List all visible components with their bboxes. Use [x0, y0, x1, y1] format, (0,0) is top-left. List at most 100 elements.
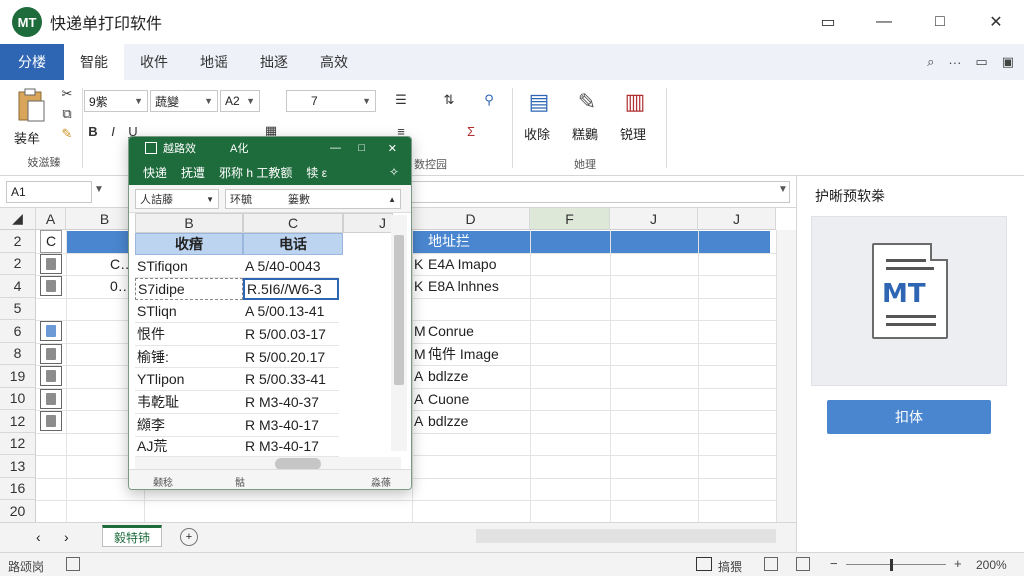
recipient-cell[interactable]: 韦乾耻 [135, 391, 243, 414]
row-header[interactable]: 6 [0, 320, 36, 343]
dialog-minimize-button[interactable]: — [330, 142, 341, 154]
edit-label[interactable]: 糕鷃 [572, 124, 598, 143]
document-icon[interactable] [40, 366, 62, 386]
close-button[interactable]: ✕ [968, 0, 1024, 44]
page-layout-icon[interactable] [764, 557, 778, 571]
column-header[interactable]: F [530, 208, 610, 230]
row-header[interactable]: 4 [0, 275, 36, 298]
column-header[interactable]: J [698, 208, 776, 230]
dialog-column-header[interactable]: J [343, 213, 393, 233]
address-cell[interactable]: bdlzze [428, 365, 468, 388]
zoom-out-button[interactable]: − [830, 556, 838, 571]
add-sheet-button[interactable]: + [180, 528, 198, 546]
maximize-button[interactable]: □ [912, 0, 968, 44]
phone-cell[interactable]: R 5/00.03-17 [243, 323, 339, 346]
horizontal-scrollbar[interactable] [476, 529, 776, 543]
dialog-tab[interactable]: 抚遭 [181, 164, 205, 181]
minimize-button[interactable]: — [856, 0, 912, 44]
recipient-header[interactable]: 收瘖 [135, 233, 243, 255]
row-header[interactable]: 8 [0, 342, 36, 365]
document-icon[interactable] [40, 411, 62, 431]
table-cell[interactable]: K [414, 275, 423, 298]
dialog-tab[interactable]: 快递 [143, 164, 167, 181]
address-cell[interactable]: bdlzze [428, 410, 468, 433]
filter-icon[interactable]: ⚲ [474, 90, 504, 110]
cell-a2[interactable]: C [40, 230, 62, 253]
address-cell[interactable]: Cuone [428, 388, 469, 411]
sheet-tab[interactable]: 毅特铈 [102, 525, 162, 547]
name-box[interactable]: A1 [6, 181, 92, 203]
table-cell[interactable]: A [414, 388, 423, 411]
settings-icon[interactable]: ▣ [1002, 54, 1014, 70]
bold-button[interactable]: B [86, 122, 100, 140]
dialog-scroll-thumb[interactable] [394, 235, 404, 385]
row-header[interactable]: 19 [0, 365, 36, 388]
document-icon[interactable] [40, 321, 62, 341]
edit-icon[interactable]: ✎ [572, 86, 602, 118]
phone-cell-selected[interactable]: R.5I6//W6-3 [243, 277, 339, 301]
sum-icon[interactable]: Σ [456, 122, 486, 140]
table-cell[interactable]: M [414, 320, 426, 343]
print-button[interactable]: 扣体 [827, 400, 991, 434]
sort-icon[interactable]: ⇅ [434, 90, 464, 110]
dialog-column-header[interactable]: C [243, 213, 343, 233]
tab-file[interactable]: 分楼 [0, 44, 64, 80]
recipient-cell[interactable]: S7idipe [135, 277, 243, 301]
table-cell[interactable]: K [414, 253, 423, 276]
phone-cell[interactable]: R 5/00.20.17 [243, 346, 339, 369]
dialog-column-header[interactable]: B [135, 213, 243, 233]
more-icon[interactable]: ··· [948, 55, 961, 70]
paste-icon[interactable] [14, 86, 48, 126]
recipient-cell[interactable]: 恨件 [135, 323, 243, 346]
address-cell[interactable]: E4A Imapo [428, 253, 497, 276]
row-header[interactable]: 5 [0, 297, 36, 320]
phone-header[interactable]: 电话 [243, 233, 343, 255]
address-cell[interactable]: Conrue [428, 320, 474, 343]
dialog-search-input[interactable]: 环毓 篓數 ▲ [225, 189, 401, 209]
row-header[interactable]: 12 [0, 410, 36, 433]
table-cell[interactable]: A [414, 410, 423, 433]
column-header[interactable]: J [610, 208, 698, 230]
search-icon[interactable]: ⌕ [927, 54, 934, 70]
macro-icon[interactable] [66, 557, 80, 571]
receive-label[interactable]: 收除 [524, 124, 550, 143]
dialog-maximize-button[interactable]: □ [358, 142, 365, 154]
tab-efficient[interactable]: 高效 [304, 44, 364, 80]
zoom-in-button[interactable]: + [954, 556, 962, 571]
column-header[interactable]: A [36, 208, 66, 230]
phone-cell[interactable]: A 5/00.13-41 [243, 300, 339, 324]
table-cell[interactable]: M [414, 343, 426, 366]
recipient-cell[interactable]: STliqn [135, 300, 243, 324]
phone-cell[interactable]: A 5/40-0043 [243, 255, 339, 278]
copy-icon[interactable]: ⧉ [58, 106, 76, 122]
dialog-tab[interactable]: 邪称 h 工教额 [219, 164, 292, 181]
zoom-slider[interactable] [846, 564, 946, 565]
font-style-select[interactable]: 蔬變 ▼ [150, 90, 218, 112]
font-size-select[interactable]: A2 ▼ [220, 90, 260, 112]
vertical-scrollbar[interactable] [776, 230, 796, 522]
row-header[interactable]: 2 [0, 230, 36, 253]
select-all-corner[interactable]: ◢ [0, 208, 36, 230]
chevron-down-icon[interactable]: ▼ [94, 184, 104, 195]
column-header[interactable]: D [412, 208, 530, 230]
dialog-close-button[interactable]: ✕ [388, 142, 397, 155]
document-icon[interactable] [40, 343, 62, 364]
dialog-vertical-scrollbar[interactable] [391, 215, 407, 451]
number-format-select[interactable]: 7 ▼ [286, 90, 376, 112]
phone-cell[interactable]: R M3-40-17 [243, 437, 339, 457]
recipient-cell[interactable]: AJ荒 [135, 437, 243, 457]
manage-icon[interactable]: ▥ [620, 86, 650, 118]
document-icon[interactable] [40, 276, 62, 296]
phone-cell[interactable]: R 5/00.33-41 [243, 369, 339, 392]
row-header[interactable]: 2 [0, 252, 36, 275]
manage-label[interactable]: 锐理 [620, 124, 646, 143]
document-icon[interactable] [40, 388, 62, 409]
recipient-cell[interactable]: 榆锤: [135, 346, 243, 369]
row-header[interactable]: 20 [0, 500, 36, 522]
recipient-cell[interactable]: YTlipon [135, 369, 243, 392]
phone-cell[interactable]: R M3-40-37 [243, 391, 339, 414]
row-header[interactable]: 10 [0, 387, 36, 410]
normal-view-icon[interactable] [696, 557, 712, 571]
address-cell[interactable]: E8A lnhnes [428, 275, 499, 298]
table-cell[interactable]: A [414, 365, 423, 388]
